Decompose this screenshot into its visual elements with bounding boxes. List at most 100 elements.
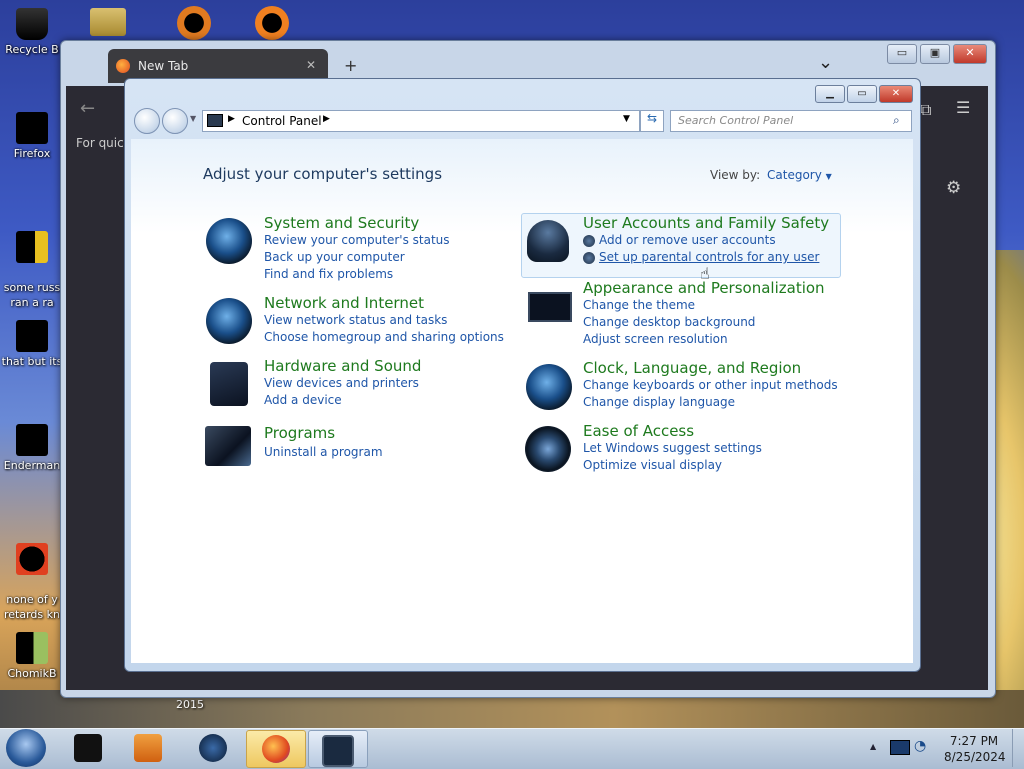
desktop-icon-label: that but its [1,355,63,368]
tab-list-button[interactable]: ⌄ [818,52,833,73]
view-by-label: View by: [710,168,761,182]
start-button[interactable] [6,729,46,767]
file-icon [16,424,48,456]
desktop-icon-label: some russ ran a ra [3,281,61,309]
category-title[interactable]: Appearance and Personalization [583,279,825,297]
app-icon [74,734,102,762]
back-button[interactable] [134,108,160,134]
category-link[interactable]: View network status and tasks [264,312,504,329]
category-link[interactable]: Add a device [264,392,421,409]
category-link[interactable]: Let Windows suggest settings [583,440,762,457]
category-link[interactable]: Adjust screen resolution [583,331,825,348]
extensions-icon[interactable]: ⧉ [920,100,931,120]
tray-show-hidden-button[interactable]: ▲ [870,742,876,751]
desktop-icon-app-1[interactable] [170,6,218,40]
programs-icon[interactable] [205,426,251,466]
system-security-icon[interactable] [206,218,252,264]
breadcrumb-arrow-icon[interactable]: ▶ [228,114,235,124]
folder-icon [90,8,126,36]
desktop-icon-file-3[interactable]: none of y retards kn [0,528,64,622]
recycle-bin-icon [16,8,48,40]
category-title[interactable]: Hardware and Sound [264,357,421,375]
appearance-monitor-icon[interactable] [528,292,572,322]
taskbar-app-3[interactable] [183,730,243,766]
forward-button[interactable] [162,108,188,134]
cp-minimize-button[interactable]: ▁ [815,85,845,103]
firefox-close-button[interactable]: ✕ [953,44,987,64]
category-link[interactable]: Back up your computer [264,249,450,266]
desktop-icon-enderman[interactable]: Enderman [0,424,64,473]
show-desktop-button[interactable] [1012,729,1024,767]
category-link-row[interactable]: Add or remove user accounts [583,232,829,249]
category-title[interactable]: Programs [264,424,383,442]
breadcrumb-control-panel[interactable]: Control Panel [242,114,322,128]
tab-close-icon[interactable]: ✕ [306,58,316,72]
category-link[interactable]: Change the theme [583,297,825,314]
file-icon [16,543,48,575]
category-link[interactable]: Change desktop background [583,314,825,331]
category-link[interactable]: Choose homegroup and sharing options [264,329,504,346]
clock-globe-icon[interactable] [526,364,572,410]
ease-of-access-icon[interactable] [525,426,571,472]
category-title[interactable]: System and Security [264,214,450,232]
category-link[interactable]: Add or remove user accounts [599,232,776,249]
category-title[interactable]: Clock, Language, and Region [583,359,838,377]
firefox-maximize-button[interactable]: ▣ [920,44,950,64]
view-by-dropdown[interactable]: Category ▼ [767,168,832,182]
tray-clock[interactable]: 7:27 PM 8/25/2024 [944,733,1006,765]
category-link[interactable]: Optimize visual display [583,457,762,474]
desktop-icon-recycle-bin[interactable]: Recycle B [0,8,64,57]
control-panel-icon [322,735,354,767]
desktop-icon-label: none of y retards kn [4,593,60,621]
category-title[interactable]: Network and Internet [264,294,504,312]
taskbar-media-player[interactable] [118,730,178,766]
category-link[interactable]: Uninstall a program [264,444,383,461]
firefox-icon [262,735,290,763]
firefox-icon [16,112,48,144]
network-globe-icon[interactable] [206,298,252,344]
desktop-icon-file-2[interactable]: that but its [0,320,64,369]
firefox-minimize-button[interactable]: ▭ [887,44,917,64]
menu-icon[interactable]: ☰ [956,98,970,117]
user-accounts-icon[interactable] [527,220,569,262]
gear-icon[interactable]: ⚙ [946,178,961,198]
cp-maximize-button[interactable]: ▭ [847,85,877,103]
app-icon [177,6,211,40]
refresh-button[interactable]: ⇆ [640,110,664,132]
category-link[interactable]: Find and fix problems [264,266,450,283]
new-tab-button[interactable]: + [344,56,357,75]
taskbar-app-1[interactable] [58,730,118,766]
category-link[interactable]: Change keyboards or other input methods [583,377,838,394]
search-icon[interactable]: ⌕ [893,113,900,128]
category-network-internet: Network and Internet View network status… [264,294,504,346]
taskbar-control-panel[interactable] [308,730,368,768]
volume-icon[interactable]: ◔ [914,738,926,754]
page-title: Adjust your computer's settings [203,165,443,183]
category-link[interactable]: Review your computer's status [264,232,450,249]
globe-icon [199,734,227,762]
desktop-icon-file-1[interactable]: some russ ran a ra [0,216,64,310]
desktop-icon-firefox[interactable]: Firefox [0,112,64,161]
breadcrumb-arrow-icon[interactable]: ▶ [323,114,330,124]
hardware-sound-icon[interactable] [210,362,248,406]
category-clock-language: Clock, Language, and Region Change keybo… [583,359,838,411]
back-icon[interactable]: ← [80,98,95,119]
address-bar[interactable]: ▶ Control Panel ▶ ▼ [202,110,640,132]
desktop-label-2015: 2015 [176,698,204,711]
category-appearance: Appearance and Personalization Change th… [583,279,825,348]
search-box[interactable]: Search Control Panel ⌕ [670,110,912,132]
taskbar-firefox[interactable] [246,730,306,768]
address-dropdown-icon[interactable]: ▼ [623,114,630,124]
desktop-icon-chomik[interactable]: ChomikB [0,632,64,681]
category-hardware-sound: Hardware and Sound View devices and prin… [264,357,421,409]
recent-pages-icon[interactable]: ▼ [190,114,196,123]
desktop-icon-folder[interactable] [76,8,140,40]
cp-close-button[interactable]: ✕ [879,85,913,103]
category-link[interactable]: View devices and printers [264,375,421,392]
category-title[interactable]: Ease of Access [583,422,762,440]
network-icon[interactable] [890,740,910,755]
category-title[interactable]: User Accounts and Family Safety [583,214,829,232]
view-by-value: Category [767,168,822,182]
desktop-icon-app-2[interactable] [248,6,296,40]
category-link[interactable]: Change display language [583,394,838,411]
